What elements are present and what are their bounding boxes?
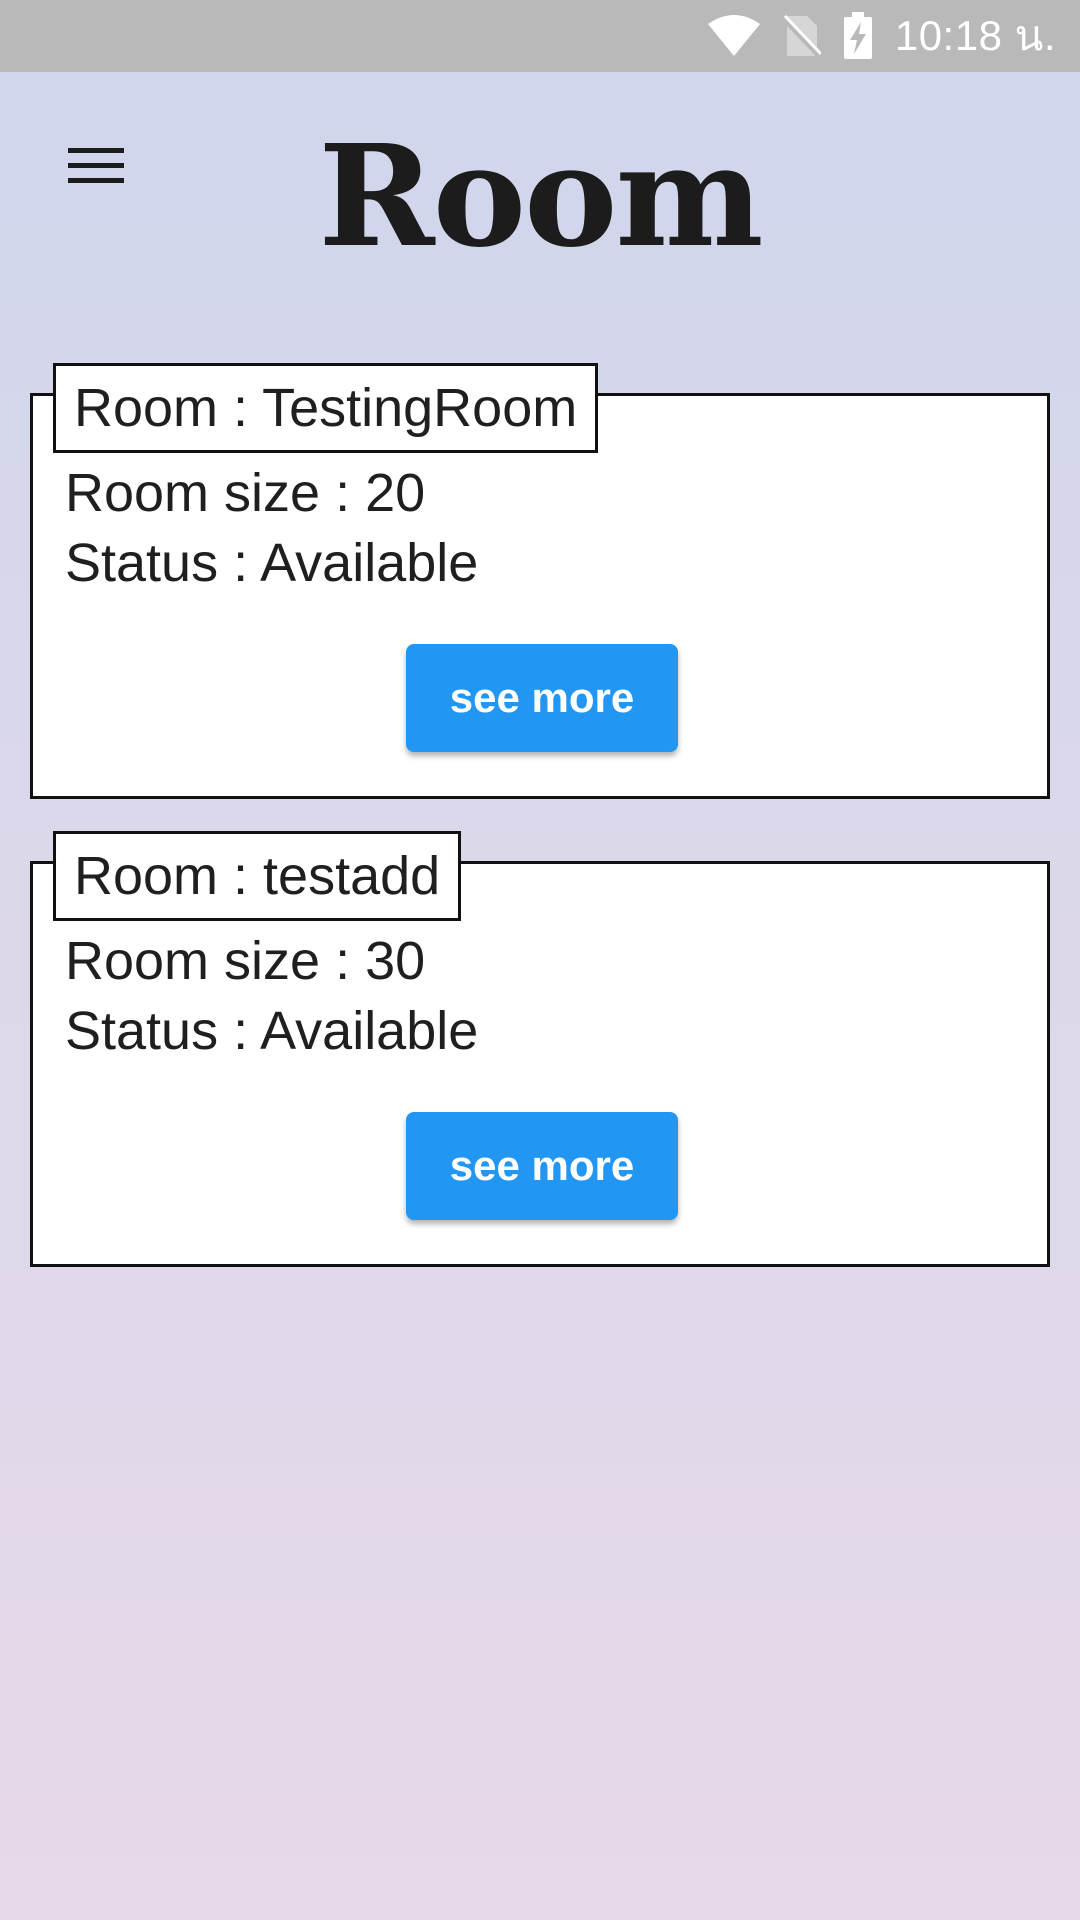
room-details: Room size : 30 Status : Available [65, 926, 478, 1066]
status-time: 10:18 น. [894, 12, 1056, 59]
room-card: Room : TestingRoom Room size : 20 Status… [30, 363, 1050, 799]
status-icons: 10:18 น. [707, 0, 1056, 72]
room-size: Room size : 20 [65, 463, 426, 523]
room-name-label: Room : testadd [53, 831, 462, 921]
status-bar: 10:18 น. [0, 0, 1080, 72]
battery-charging-icon [843, 12, 873, 60]
room-status: Status : Available [65, 1001, 479, 1061]
wifi-icon [707, 14, 761, 58]
no-sim-icon [782, 14, 821, 58]
page-title: Room [318, 115, 763, 279]
room-details: Room size : 20 Status : Available [65, 458, 478, 598]
room-card: Room : testadd Room size : 30 Status : A… [30, 831, 1050, 1267]
see-more-button[interactable]: see more [406, 1112, 678, 1220]
room-status: Status : Available [65, 533, 479, 593]
see-more-button[interactable]: see more [406, 644, 678, 752]
room-size: Room size : 30 [65, 931, 426, 991]
room-name-label: Room : TestingRoom [53, 363, 599, 453]
